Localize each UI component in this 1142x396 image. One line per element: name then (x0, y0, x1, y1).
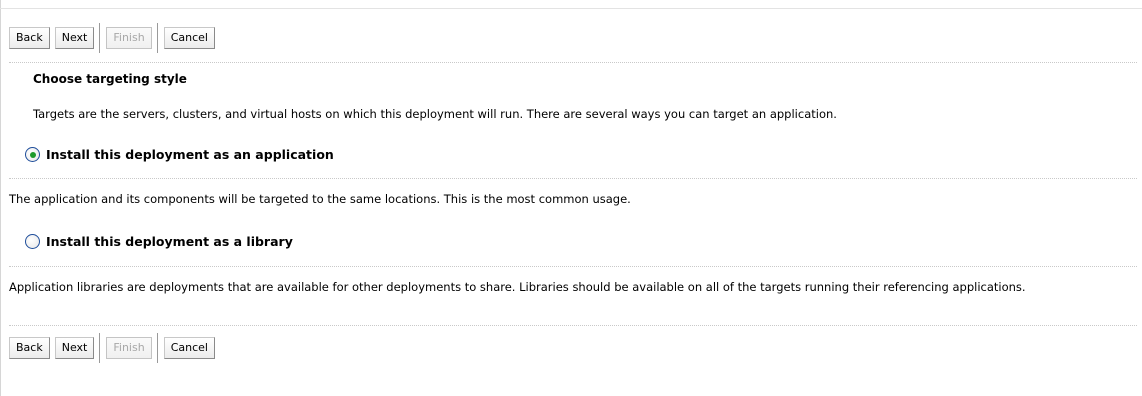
cancel-button[interactable]: Cancel (163, 27, 215, 49)
radio-unselected-icon[interactable] (25, 234, 40, 249)
divider (9, 178, 1137, 180)
button-separator (156, 333, 159, 363)
finish-button: Finish (106, 27, 152, 49)
top-divider (0, 8, 1142, 9)
deployment-targeting-page: Back Next Finish Cancel Choose targeting… (0, 0, 1142, 396)
option-application-note: The application and its components will … (9, 192, 631, 206)
option-library-label: Install this deployment as a library (46, 234, 293, 249)
divider (9, 62, 1137, 64)
option-application-label: Install this deployment as an applicatio… (46, 147, 334, 162)
back-button[interactable]: Back (9, 27, 50, 49)
divider (9, 266, 1137, 268)
cancel-button[interactable]: Cancel (163, 337, 215, 359)
left-border (0, 0, 1, 396)
section-title: Choose targeting style (33, 72, 187, 86)
button-separator (156, 23, 159, 53)
option-application[interactable]: Install this deployment as an applicatio… (25, 147, 334, 162)
option-library-note: Application libraries are deployments th… (9, 280, 1026, 294)
button-separator (99, 23, 102, 53)
finish-button: Finish (106, 337, 152, 359)
section-description: Targets are the servers, clusters, and v… (33, 107, 837, 121)
radio-selected-icon[interactable] (25, 147, 40, 162)
bottom-button-bar: Back Next Finish Cancel (9, 333, 220, 363)
next-button[interactable]: Next (54, 27, 95, 49)
next-button[interactable]: Next (54, 337, 95, 359)
option-library[interactable]: Install this deployment as a library (25, 234, 293, 249)
top-button-bar: Back Next Finish Cancel (9, 23, 220, 53)
back-button[interactable]: Back (9, 337, 50, 359)
divider (9, 325, 1137, 327)
radio-dot-icon (29, 151, 36, 158)
button-separator (99, 333, 102, 363)
